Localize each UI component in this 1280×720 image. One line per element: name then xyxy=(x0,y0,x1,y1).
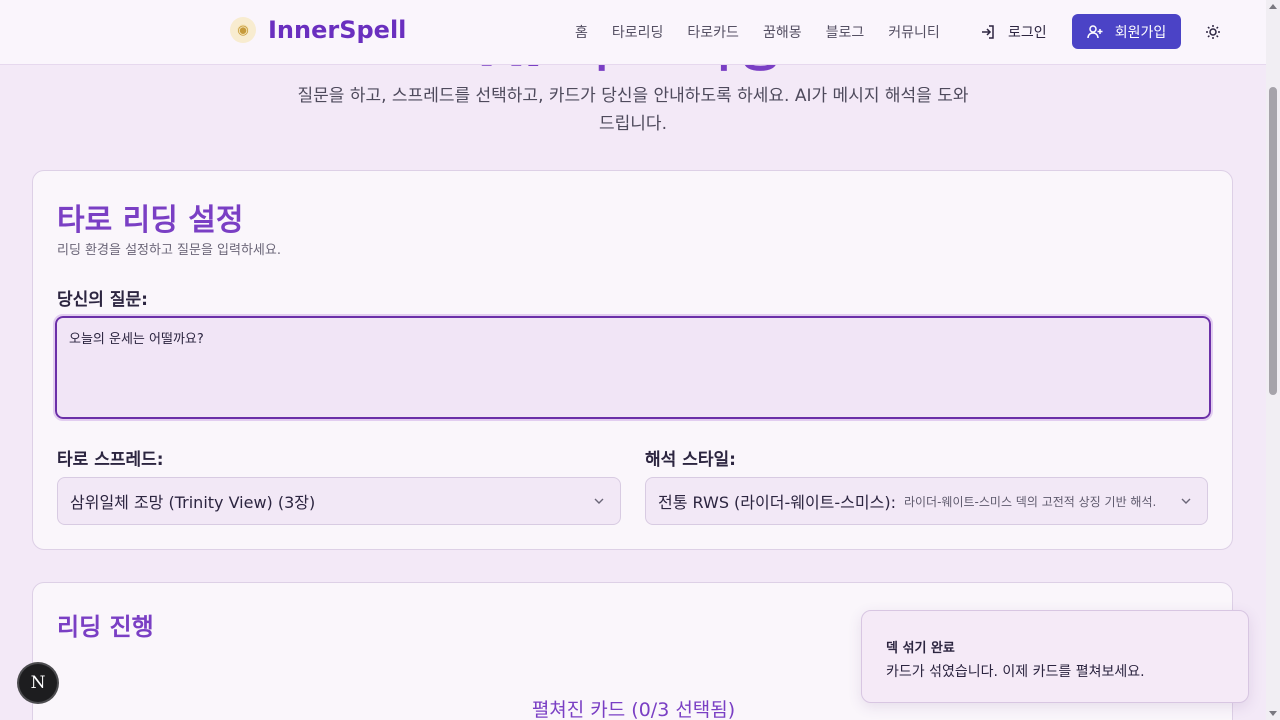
settings-description: 리딩 환경을 설정하고 질문을 입력하세요. xyxy=(57,243,281,258)
spread-label: 타로 스프레드: xyxy=(57,450,164,470)
scrollbar-thumb[interactable] xyxy=(1269,87,1277,395)
progress-title: 리딩 진행 xyxy=(57,613,154,641)
nav-item-home[interactable]: 홈 xyxy=(563,22,600,42)
settings-title: 타로 리딩 설정 xyxy=(57,203,244,238)
main-nav: 홈 타로리딩 타로카드 꿈해몽 블로그 커뮤니티 xyxy=(563,22,952,42)
logo[interactable]: ◉ InnerSpell xyxy=(230,16,406,44)
scrollbar[interactable] xyxy=(1266,0,1280,720)
page-subtitle: 질문을 하고, 스프레드를 선택하고, 카드가 당신을 안내하도록 하세요. A… xyxy=(297,86,969,134)
style-description: 라이더-웨이트-스미스 덱의 고전적 상징 기반 해석. xyxy=(903,494,1157,509)
top-header: ◉ InnerSpell 홈 타로리딩 타로카드 꿈해몽 블로그 커뮤니티 로그… xyxy=(0,0,1266,65)
interpretation-style-select[interactable]: 전통 RWS (라이더-웨이트-스미스): 라이더-웨이트-스미스 덱의 고전적… xyxy=(645,477,1208,525)
spread-selected-value: 삼위일체 조망 (Trinity View) (3장) xyxy=(70,493,316,512)
logo-text: InnerSpell xyxy=(268,16,407,44)
theme-toggle-button[interactable] xyxy=(1203,22,1223,42)
nextjs-badge[interactable]: N xyxy=(19,664,57,702)
toast-notification[interactable]: 덱 섞기 완료 카드가 섞였습니다. 이제 카드를 펼쳐보세요. xyxy=(861,610,1249,703)
eye-icon: ◉ xyxy=(230,17,256,43)
reading-settings-card: 타로 리딩 설정 리딩 환경을 설정하고 질문을 입력하세요. 당신의 질문: … xyxy=(32,170,1233,550)
chevron-down-icon xyxy=(594,498,604,504)
scroll-up-arrow-icon[interactable] xyxy=(1269,4,1277,9)
login-icon xyxy=(982,25,994,39)
question-label: 당신의 질문: xyxy=(57,290,148,310)
nav-item-tarot-cards[interactable]: 타로카드 xyxy=(675,22,751,42)
login-label: 로그인 xyxy=(1008,25,1047,41)
question-input[interactable]: 오늘의 운세는 어떨까요? xyxy=(53,314,1213,421)
nextjs-logo-icon: N xyxy=(30,673,46,693)
chevron-down-icon xyxy=(1181,498,1191,504)
sun-icon xyxy=(1206,25,1220,39)
login-button[interactable]: 로그인 xyxy=(980,22,1047,42)
scroll-down-arrow-icon[interactable] xyxy=(1269,711,1277,716)
nav-item-dream[interactable]: 꿈해몽 xyxy=(751,22,814,42)
spread-select[interactable]: 삼위일체 조망 (Trinity View) (3장) xyxy=(57,477,621,525)
nav-item-tarot-reading[interactable]: 타로리딩 xyxy=(600,22,676,42)
style-selected-value: 전통 RWS (라이더-웨이트-스미스): xyxy=(658,493,896,512)
toast-title: 덱 섞기 완료 xyxy=(886,641,955,656)
interpretation-style-label: 해석 스타일: xyxy=(645,450,736,470)
nav-item-community[interactable]: 커뮤니티 xyxy=(876,22,952,42)
signup-button[interactable]: 회원가입 xyxy=(1072,14,1181,49)
toast-body: 카드가 섞였습니다. 이제 카드를 펼쳐보세요. xyxy=(886,664,1145,680)
nav-item-blog[interactable]: 블로그 xyxy=(814,22,877,42)
signup-label: 회원가입 xyxy=(1114,24,1167,41)
user-plus-icon xyxy=(1086,24,1103,38)
